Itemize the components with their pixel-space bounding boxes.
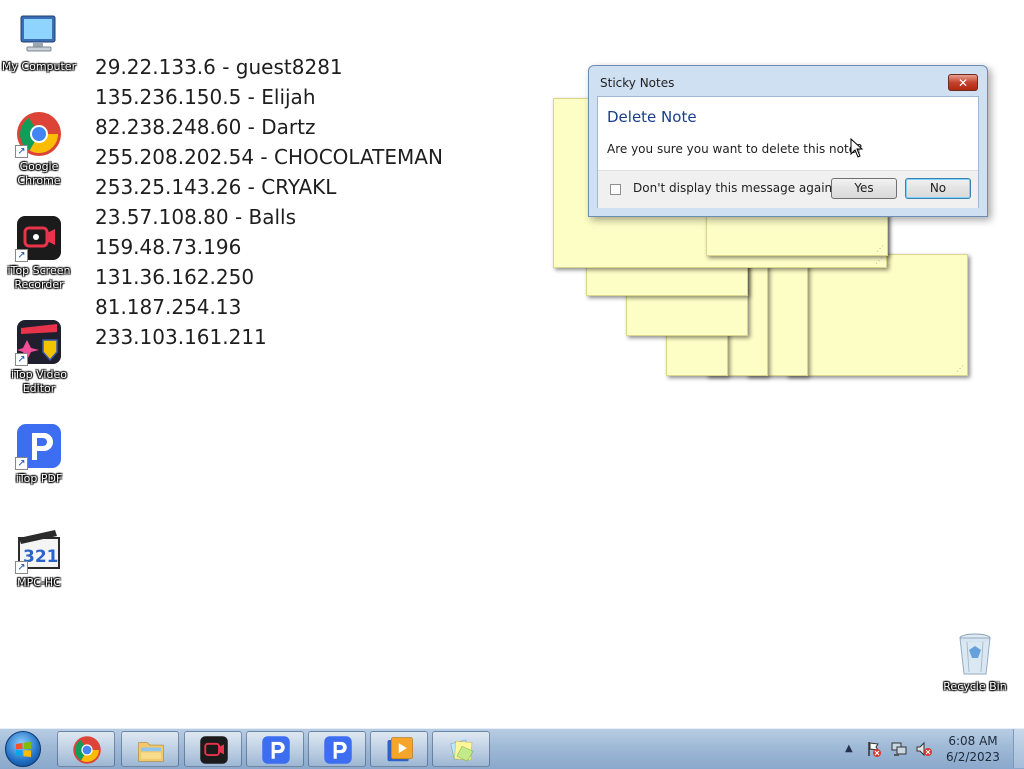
taskbar-screen-recorder[interactable]: [184, 731, 242, 767]
note-line: 29.22.133.6 - guest8281: [95, 55, 343, 79]
mouse-cursor-icon: [850, 137, 864, 162]
system-clock[interactable]: 6:08 AM 6/2/2023: [940, 733, 1006, 765]
action-center-flag-icon[interactable]: [866, 741, 882, 757]
pdf-icon: ↗: [15, 422, 63, 470]
note-line: 233.103.161.211: [95, 325, 267, 349]
desktop-icon-label: iTop PDF: [15, 472, 63, 485]
dont-display-checkbox-label[interactable]: Don't display this message again: [633, 181, 832, 195]
video-player-icon: [387, 737, 413, 762]
resize-grip-icon[interactable]: ⋰: [956, 364, 964, 373]
pdf-icon: [262, 736, 290, 764]
no-button[interactable]: No: [905, 178, 971, 199]
desktop-icon-label: MPC-HC: [17, 576, 61, 589]
close-button[interactable]: ✕: [948, 74, 978, 91]
show-desktop-button[interactable]: [1013, 729, 1024, 768]
video-editor-icon: ↗: [15, 318, 63, 366]
chrome-icon: [73, 736, 101, 764]
clock-time: 6:08 AM: [948, 734, 998, 748]
desktop-icon-label: My Computer: [1, 60, 77, 73]
desktop-icon-mpc-hc[interactable]: 321 ↗ MPC-HC: [1, 526, 77, 590]
shortcut-arrow-icon: ↗: [15, 561, 28, 574]
delete-note-dialog: Sticky Notes ✕ Delete Note Are you sure …: [588, 65, 988, 217]
note-line: 23.57.108.80 - Balls: [95, 205, 297, 229]
taskbar-chrome[interactable]: [57, 731, 115, 767]
sticky-notes-icon: [450, 739, 474, 762]
pdf-icon: [324, 736, 352, 764]
sticky-note[interactable]: ⋰: [786, 254, 968, 376]
taskbar-itop-pdf-2[interactable]: [308, 731, 366, 767]
note-line: 82.238.248.60 - Dartz: [95, 115, 316, 139]
note-line: 159.48.73.196: [95, 235, 242, 259]
shortcut-arrow-icon: ↗: [15, 145, 28, 158]
screen-recorder-icon: ↗: [15, 214, 63, 262]
dialog-heading: Delete Note: [607, 108, 697, 126]
desktop-icon-google-chrome[interactable]: ↗ Google Chrome: [1, 110, 77, 188]
resize-grip-icon[interactable]: ⋰: [876, 244, 884, 253]
shortcut-arrow-icon: ↗: [15, 353, 28, 366]
shortcut-arrow-icon: ↗: [15, 457, 28, 470]
start-button[interactable]: [5, 731, 41, 767]
windows-logo-icon: [16, 741, 31, 757]
note-line: 255.208.202.54 - CHOCOLATEMAN: [95, 145, 443, 169]
desktop-icon-label: Recycle Bin: [943, 680, 1007, 693]
desktop-icon-itop-video-editor[interactable]: ↗ iTop Video Editor: [1, 318, 77, 396]
note-line: 131.36.162.250: [95, 265, 255, 289]
show-hidden-icons-button[interactable]: ▲: [845, 743, 853, 754]
taskbar-sticky-notes[interactable]: [432, 731, 490, 767]
chrome-icon: ↗: [15, 110, 63, 158]
desktop-icon-my-computer[interactable]: My Computer: [1, 10, 77, 74]
yes-button[interactable]: Yes: [831, 178, 897, 199]
clock-date: 6/2/2023: [946, 750, 1000, 764]
shortcut-arrow-icon: ↗: [15, 249, 28, 262]
desktop-icon-itop-screen-recorder[interactable]: ↗ iTop Screen Recorder: [1, 214, 77, 292]
mpc-hc-icon: 321 ↗: [15, 526, 63, 574]
desktop-icon-label: iTop Screen Recorder: [7, 264, 71, 291]
computer-icon: [15, 10, 63, 58]
note-line: 81.187.254.13: [95, 295, 242, 319]
resize-grip-icon[interactable]: ⋰: [875, 256, 883, 265]
volume-muted-icon[interactable]: [916, 741, 932, 757]
dialog-body: Delete Note Are you sure you want to del…: [597, 96, 979, 208]
note-line: 253.25.143.26 - CRYAKL: [95, 175, 337, 199]
file-explorer-icon: [138, 742, 164, 762]
taskbar-file-explorer[interactable]: [121, 731, 179, 767]
sticky-note[interactable]: ⋰: [706, 214, 888, 256]
dialog-message: Are you sure you want to delete this not…: [607, 142, 863, 156]
desktop-icon-itop-pdf[interactable]: ↗ iTop PDF: [1, 422, 77, 486]
taskbar-itop-pdf[interactable]: [246, 731, 304, 767]
svg-text:321: 321: [23, 547, 59, 567]
desktop-icon-recycle-bin[interactable]: Recycle Bin: [937, 630, 1013, 694]
dont-display-checkbox[interactable]: [610, 184, 621, 195]
desktop-icon-label: Google Chrome: [17, 160, 61, 187]
dialog-footer: Don't display this message again Yes No: [598, 170, 978, 208]
note-text: 29.22.133.6 - guest8281 135.236.150.5 - …: [95, 52, 443, 352]
dialog-title: Sticky Notes: [600, 76, 675, 90]
close-icon: ✕: [957, 76, 969, 90]
screen-recorder-icon: [200, 736, 228, 764]
desktop-icon-label: iTop Video Editor: [11, 368, 67, 395]
network-icon[interactable]: [891, 741, 907, 757]
recycle-bin-icon: [951, 630, 999, 678]
taskbar-video-player[interactable]: [370, 731, 428, 767]
note-line: 135.236.150.5 - Elijah: [95, 85, 316, 109]
